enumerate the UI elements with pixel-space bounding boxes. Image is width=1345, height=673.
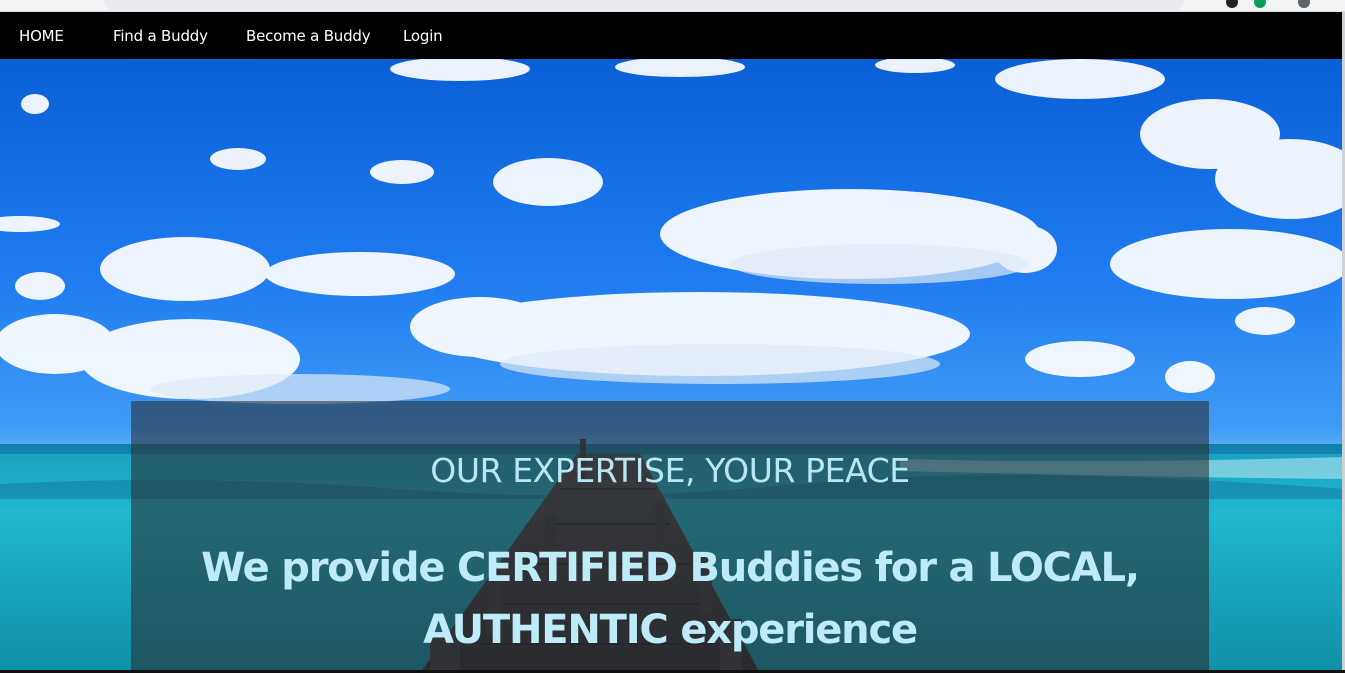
nav-login-link[interactable]: Login — [403, 27, 443, 45]
nav-become-buddy-link[interactable]: Become a Buddy — [246, 27, 371, 45]
hero-section: OUR EXPERTISE, YOUR PEACE We provide CER… — [0, 59, 1345, 673]
hero-tagline: OUR EXPERTISE, YOUR PEACE — [430, 451, 910, 490]
hero-overlay-panel: OUR EXPERTISE, YOUR PEACE We provide CER… — [131, 401, 1209, 673]
nav-home-link[interactable]: HOME — [19, 27, 64, 45]
extension-icon[interactable] — [1254, 0, 1266, 8]
hero-headline: We provide CERTIFIED Buddies for a LOCAL… — [201, 545, 1140, 653]
profile-avatar-icon[interactable] — [1298, 0, 1310, 8]
extension-icon[interactable] — [1226, 0, 1238, 8]
address-bar[interactable] — [104, 0, 1184, 10]
browser-chrome — [0, 0, 1345, 12]
top-navbar: HOME Find a Buddy Become a Buddy Login — [0, 12, 1345, 59]
nav-find-buddy-link[interactable]: Find a Buddy — [113, 27, 208, 45]
